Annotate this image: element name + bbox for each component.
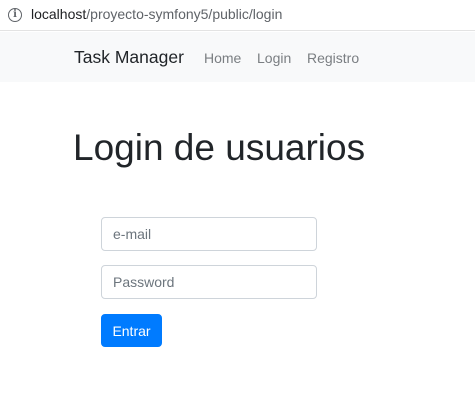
info-circle-icon[interactable]: i [8,8,22,22]
browser-address-bar[interactable]: i localhost/proyecto-symfony5/public/log… [0,0,475,31]
nav-link-login[interactable]: Login [257,50,291,66]
email-field[interactable] [101,217,317,251]
navbar: Task Manager Home Login Registro [0,32,475,82]
nav-link-home[interactable]: Home [204,50,241,66]
url-host: localhost [31,6,87,22]
url-path: /proyecto-symfony5/public/login [86,6,283,22]
nav-link-registro[interactable]: Registro [307,50,359,66]
password-field[interactable] [101,265,317,299]
url-text[interactable]: localhost/proyecto-symfony5/public/login [31,6,282,22]
submit-button[interactable]: Entrar [101,314,162,347]
page-title: Login de usuarios [73,127,366,168]
navbar-brand[interactable]: Task Manager [74,47,184,68]
